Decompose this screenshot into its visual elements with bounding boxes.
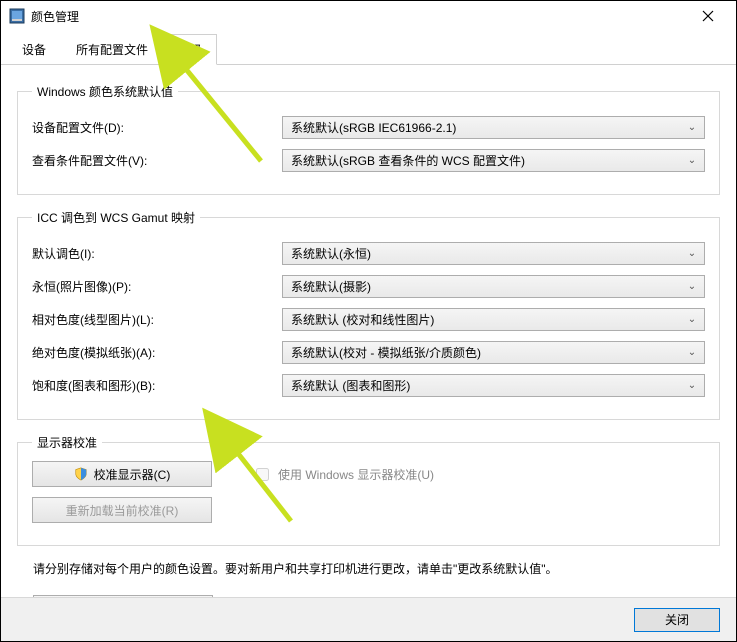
device-profile-value: 系统默认(sRGB IEC61966-2.1) [291,119,684,136]
absolute-dropdown[interactable]: 系统默认(校对 - 模拟纸张/介质颜色) ⌄ [282,341,705,364]
device-profile-dropdown[interactable]: 系统默认(sRGB IEC61966-2.1) ⌄ [282,116,705,139]
perceptual-label: 永恒(照片图像)(P): [32,278,282,295]
window-title: 颜色管理 [31,8,688,25]
device-profile-label: 设备配置文件(D): [32,119,282,136]
default-intent-dropdown[interactable]: 系统默认(永恒) ⌄ [282,242,705,265]
default-intent-value: 系统默认(永恒) [291,245,684,262]
viewing-profile-label: 查看条件配置文件(V): [32,152,282,169]
tab-bar: 设备 所有配置文件 高级 [1,33,736,65]
perceptual-dropdown[interactable]: 系统默认(摄影) ⌄ [282,275,705,298]
perceptual-value: 系统默认(摄影) [291,278,684,295]
tab-all-profiles[interactable]: 所有配置文件 [61,34,163,65]
tab-advanced[interactable]: 高级 [163,34,217,65]
group-windows-defaults: Windows 颜色系统默认值 设备配置文件(D): 系统默认(sRGB IEC… [17,83,720,195]
dialog-footer: 关闭 [1,597,736,641]
use-windows-calibration-checkbox[interactable]: 使用 Windows 显示器校准(U) [252,465,434,484]
relative-value: 系统默认 (校对和线性图片) [291,311,684,328]
saturation-dropdown[interactable]: 系统默认 (图表和图形) ⌄ [282,374,705,397]
viewing-profile-dropdown[interactable]: 系统默认(sRGB 查看条件的 WCS 配置文件) ⌄ [282,149,705,172]
titlebar: 颜色管理 [1,1,736,31]
absolute-value: 系统默认(校对 - 模拟纸张/介质颜色) [291,344,684,361]
relative-dropdown[interactable]: 系统默认 (校对和线性图片) ⌄ [282,308,705,331]
instruction-note: 请分别存储对每个用户的颜色设置。要对新用户和共享打印机进行更改，请单击"更改系统… [33,560,720,577]
group-icc-wcs-legend: ICC 调色到 WCS Gamut 映射 [32,209,200,226]
chevron-down-icon: ⌄ [684,281,700,292]
tab-devices[interactable]: 设备 [7,34,61,65]
chevron-down-icon: ⌄ [684,155,700,166]
group-windows-defaults-legend: Windows 颜色系统默认值 [32,83,178,100]
chevron-down-icon: ⌄ [684,248,700,259]
close-icon [702,10,714,22]
app-icon [9,8,25,24]
default-intent-label: 默认调色(I): [32,245,282,262]
close-dialog-label: 关闭 [665,611,689,628]
group-icc-wcs: ICC 调色到 WCS Gamut 映射 默认调色(I): 系统默认(永恒) ⌄… [17,209,720,420]
viewing-profile-value: 系统默认(sRGB 查看条件的 WCS 配置文件) [291,152,684,169]
reload-calibration-label: 重新加载当前校准(R) [66,502,179,519]
saturation-label: 饱和度(图表和图形)(B): [32,377,282,394]
saturation-value: 系统默认 (图表和图形) [291,377,684,394]
chevron-down-icon: ⌄ [684,380,700,391]
chevron-down-icon: ⌄ [684,347,700,358]
chevron-down-icon: ⌄ [684,314,700,325]
use-windows-calibration-label: 使用 Windows 显示器校准(U) [278,466,434,483]
chevron-down-icon: ⌄ [684,122,700,133]
calibrate-display-button[interactable]: 校准显示器(C) [32,461,212,487]
group-display-calibration-legend: 显示器校准 [32,434,102,451]
shield-icon [74,467,88,481]
relative-label: 相对色度(线型图片)(L): [32,311,282,328]
calibrate-display-label: 校准显示器(C) [94,466,171,483]
reload-calibration-button: 重新加载当前校准(R) [32,497,212,523]
use-windows-calibration-input[interactable] [256,468,269,481]
group-display-calibration: 显示器校准 校准显示器(C) 使用 Windows 显示器校准(U) [17,434,720,546]
absolute-label: 绝对色度(模拟纸张)(A): [32,344,282,361]
close-button[interactable] [688,1,728,31]
close-dialog-button[interactable]: 关闭 [634,608,720,632]
